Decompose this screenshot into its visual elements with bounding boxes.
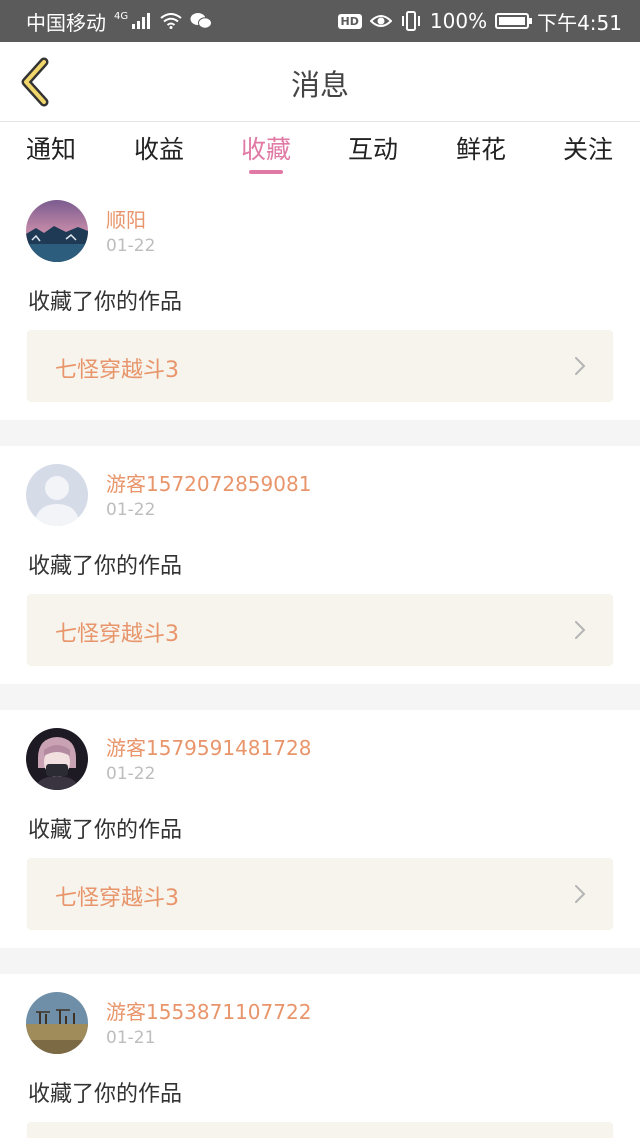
message-text: 收藏了你的作品 bbox=[28, 554, 183, 579]
avatar[interactable] bbox=[26, 728, 88, 790]
chevron-right-icon bbox=[575, 885, 586, 903]
page-title: 消息 bbox=[290, 68, 349, 102]
work-link[interactable]: 七怪穿越斗3 bbox=[27, 330, 613, 402]
message-card: 游客1579591481728 01-22 收藏了你的作品 七怪穿越斗3 bbox=[0, 710, 640, 948]
wifi-icon bbox=[160, 13, 182, 29]
message-date: 01-21 bbox=[106, 1028, 156, 1048]
message-date: 01-22 bbox=[106, 236, 156, 256]
avatar[interactable] bbox=[26, 464, 88, 526]
clock: 下午4:51 bbox=[537, 10, 622, 35]
tab-favorites-label: 收藏 bbox=[240, 135, 292, 164]
work-link[interactable] bbox=[27, 1122, 613, 1138]
message-card: 游客1572072859081 01-22 收藏了你的作品 七怪穿越斗3 bbox=[0, 446, 640, 684]
nav-bar: 消息 bbox=[0, 42, 640, 122]
battery-icon bbox=[495, 13, 533, 29]
message-text: 收藏了你的作品 bbox=[28, 818, 183, 843]
avatar[interactable] bbox=[26, 992, 88, 1054]
work-title: 七怪穿越斗3 bbox=[55, 358, 179, 383]
tab-earnings[interactable]: 收益 bbox=[134, 130, 184, 166]
battery-percent: 100% bbox=[429, 9, 488, 33]
tab-flowers[interactable]: 鲜花 bbox=[456, 130, 506, 166]
tab-favorites[interactable]: 收藏 bbox=[241, 130, 291, 166]
vibrate-icon bbox=[401, 11, 420, 31]
message-card: 顺阳 01-22 收藏了你的作品 七怪穿越斗3 bbox=[0, 182, 640, 420]
hd-icon: HD bbox=[337, 13, 362, 29]
username[interactable]: 游客1579591481728 bbox=[106, 732, 311, 761]
anime-avatar bbox=[26, 728, 88, 790]
carrier-label: 中国移动 bbox=[26, 10, 106, 35]
avatar[interactable] bbox=[26, 200, 88, 262]
network-label: 4G bbox=[114, 10, 129, 22]
message-text: 收藏了你的作品 bbox=[28, 1082, 183, 1107]
message-text: 收藏了你的作品 bbox=[28, 290, 183, 315]
signal-icon bbox=[132, 13, 151, 29]
work-link[interactable]: 七怪穿越斗3 bbox=[27, 858, 613, 930]
work-link[interactable]: 七怪穿越斗3 bbox=[27, 594, 613, 666]
message-date: 01-22 bbox=[106, 764, 156, 784]
eye-icon bbox=[369, 15, 392, 27]
field-avatar bbox=[26, 992, 88, 1054]
status-bar: 中国移动 4G HD 100% 下午4:51 bbox=[0, 0, 640, 42]
username[interactable]: 游客1553871107722 bbox=[106, 996, 311, 1025]
tab-bar: 通知 收益 收藏 互动 鲜花 关注 bbox=[0, 122, 640, 182]
username[interactable]: 顺阳 bbox=[106, 204, 146, 233]
tab-notifications[interactable]: 通知 bbox=[26, 130, 76, 166]
chevron-right-icon bbox=[575, 357, 586, 375]
message-date: 01-22 bbox=[106, 500, 156, 520]
username[interactable]: 游客1572072859081 bbox=[106, 468, 311, 497]
tab-interactions[interactable]: 互动 bbox=[348, 130, 398, 166]
landscape-avatar bbox=[26, 200, 88, 262]
active-tab-indicator bbox=[249, 170, 283, 174]
default-avatar bbox=[26, 464, 88, 526]
chevron-right-icon bbox=[575, 621, 586, 639]
work-title: 七怪穿越斗3 bbox=[55, 886, 179, 911]
work-title: 七怪穿越斗3 bbox=[55, 622, 179, 647]
wechat-icon bbox=[190, 13, 213, 29]
message-card: 游客1553871107722 01-21 收藏了你的作品 bbox=[0, 974, 640, 1138]
tab-following[interactable]: 关注 bbox=[563, 130, 613, 166]
